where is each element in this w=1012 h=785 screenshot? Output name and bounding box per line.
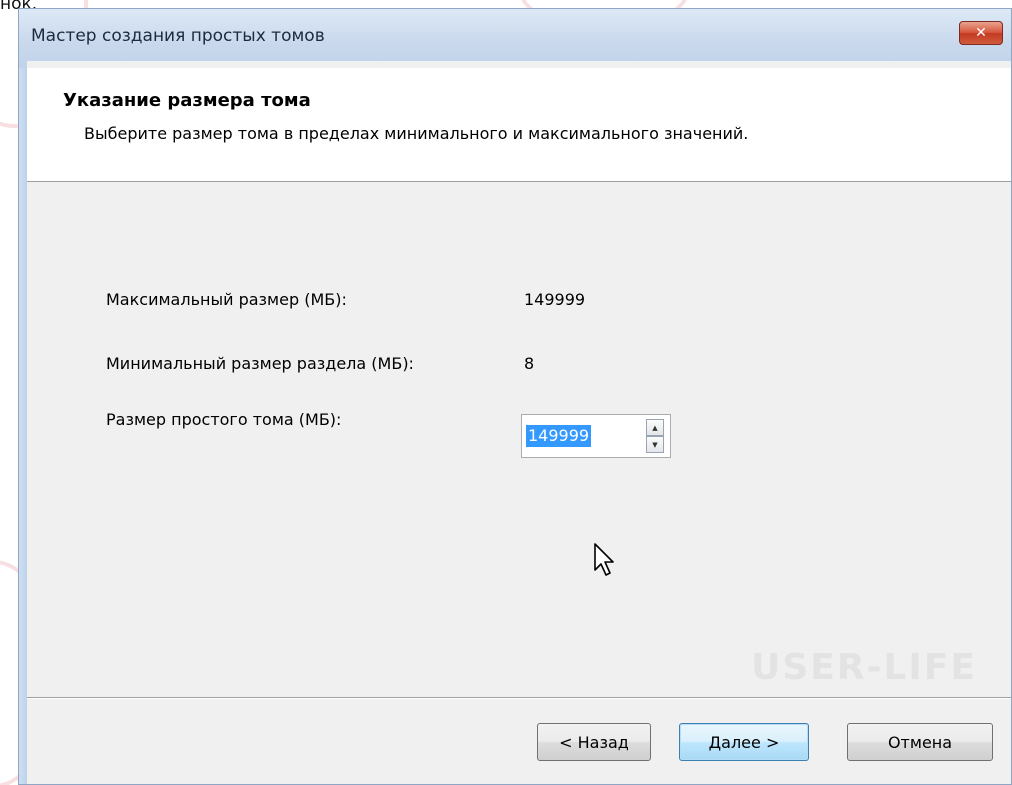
- page-title: Указание размера тома: [63, 90, 311, 111]
- max-size-label: Максимальный размер (МБ):: [106, 290, 347, 309]
- close-button[interactable]: ✕: [959, 21, 1003, 45]
- screen: нок. Мастер создания простых томов ✕ Ука…: [0, 0, 1012, 785]
- volume-size-spinbox[interactable]: 149999 ▲ ▼: [521, 414, 671, 458]
- wizard-window: Мастер создания простых томов ✕ Указание…: [18, 8, 1012, 785]
- arrow-up-icon: ▲: [652, 423, 658, 432]
- spin-buttons: ▲ ▼: [646, 419, 664, 453]
- wizard-client-area: Указание размера тома Выберите размер то…: [27, 61, 1011, 784]
- arrow-down-icon: ▼: [652, 440, 658, 449]
- window-title: Мастер создания простых томов: [31, 26, 325, 46]
- volume-size-input[interactable]: 149999: [526, 425, 592, 447]
- volume-size-label: Размер простого тома (МБ):: [106, 410, 342, 429]
- title-bar[interactable]: Мастер создания простых томов ✕: [19, 9, 1011, 68]
- window-frame-left: [19, 9, 27, 784]
- close-icon: ✕: [975, 25, 987, 41]
- site-watermark: USER-LIFE: [751, 647, 977, 688]
- spin-up-button[interactable]: ▲: [646, 419, 664, 436]
- footer-divider: [27, 697, 1011, 699]
- next-button[interactable]: Далее >: [679, 723, 809, 761]
- wizard-header: Указание размера тома Выберите размер то…: [27, 68, 1011, 182]
- wizard-body: Максимальный размер (МБ): 149999 Минимал…: [27, 182, 1011, 699]
- page-subtitle: Выберите размер тома в пределах минималь…: [84, 124, 749, 143]
- spin-down-button[interactable]: ▼: [646, 436, 664, 453]
- mouse-pointer-icon: [594, 543, 614, 576]
- max-size-value: 149999: [524, 290, 586, 309]
- back-button[interactable]: < Назад: [537, 723, 651, 761]
- cancel-button[interactable]: Отмена: [847, 723, 993, 761]
- min-size-value: 8: [524, 354, 535, 373]
- min-size-label: Минимальный размер раздела (МБ):: [106, 354, 414, 373]
